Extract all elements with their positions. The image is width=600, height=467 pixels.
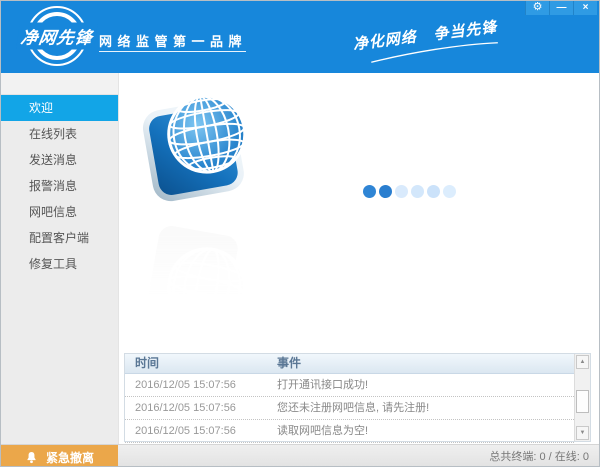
sidebar-item-cafe-info[interactable]: 网吧信息 (1, 199, 118, 225)
loading-dot (427, 185, 440, 198)
brand-underline (99, 51, 246, 52)
logo-text: 净网先锋 (16, 22, 98, 50)
table-row[interactable]: 2016/12/05 15:07:56 打开通讯接口成功! (125, 374, 574, 397)
close-button[interactable]: × (573, 1, 597, 15)
event-text: 读取网吧信息为空! (277, 425, 369, 437)
slogan: 净化网络 争当先锋 (352, 13, 525, 66)
emergency-evacuate-label: 紧急撤离 (45, 450, 94, 465)
scroll-up-icon[interactable]: ▲ (576, 355, 589, 369)
event-text: 打开通讯接口成功! (277, 379, 369, 391)
terminal-status-text: 总共终端: 0 / 在线: 0 (489, 451, 589, 463)
loading-dot (443, 185, 456, 198)
app-logo: 净网先锋 (16, 6, 98, 66)
sidebar-item-alarm-message[interactable]: 报警消息 (1, 173, 118, 199)
status-bar: 紧急撤离 总共终端: 0 / 在线: 0 (1, 444, 599, 466)
sidebar-item-online-list[interactable]: 在线列表 (1, 121, 118, 147)
loading-dot (395, 185, 408, 198)
minimize-button[interactable]: — (549, 1, 573, 15)
sidebar-item-configure-client[interactable]: 配置客户端 (1, 225, 118, 251)
scroll-down-icon[interactable]: ▼ (576, 426, 589, 440)
sidebar: 欢迎 在线列表 发送消息 报警消息 网吧信息 配置客户端 修复工具 (1, 73, 118, 444)
sidebar-item-repair-tool[interactable]: 修复工具 (1, 251, 118, 277)
event-time: 2016/12/05 15:07:56 (135, 425, 236, 437)
column-header-time: 时间 (135, 356, 160, 370)
event-time: 2016/12/05 15:07:56 (135, 379, 236, 391)
table-header-row: 时间 事件 (125, 354, 574, 374)
column-header-event: 事件 (277, 356, 302, 370)
loading-dots (363, 185, 456, 198)
loading-dot (379, 185, 392, 198)
header-bar: 净网先锋 网络监管第一品牌 净化网络 争当先锋 ⚙ — × (1, 1, 599, 73)
brand-tagline: 网络监管第一品牌 (99, 34, 248, 49)
table-row[interactable]: 2016/12/05 15:07:56 读取网吧信息为空! (125, 420, 574, 443)
event-time: 2016/12/05 15:07:56 (135, 402, 236, 414)
scrollbar-thumb[interactable] (576, 390, 589, 413)
globe-reflection (137, 205, 257, 335)
sidebar-item-send-message[interactable]: 发送消息 (1, 147, 118, 173)
settings-icon[interactable]: ⚙ (525, 1, 549, 15)
event-log-body: 时间 事件 2016/12/05 15:07:56 打开通讯接口成功! 2016… (125, 354, 574, 443)
sidebar-top-strip (1, 73, 118, 95)
loading-dot (363, 185, 376, 198)
event-text: 您还未注册网吧信息, 请先注册! (277, 402, 430, 414)
window-controls: ⚙ — × (525, 1, 597, 15)
loading-dot (411, 185, 424, 198)
emergency-evacuate-button[interactable]: 紧急撤离 (1, 445, 118, 466)
event-log-table: 时间 事件 2016/12/05 15:07:56 打开通讯接口成功! 2016… (124, 353, 591, 443)
app-window: 净网先锋 网络监管第一品牌 净化网络 争当先锋 ⚙ — × 欢迎 在线列表 发送… (0, 0, 600, 467)
table-scrollbar[interactable]: ▲ ▼ (574, 354, 590, 441)
bell-icon (27, 451, 36, 463)
globe-3d-icon (137, 86, 257, 216)
table-row[interactable]: 2016/12/05 15:07:56 您还未注册网吧信息, 请先注册! (125, 397, 574, 420)
sidebar-item-welcome[interactable]: 欢迎 (1, 95, 118, 121)
